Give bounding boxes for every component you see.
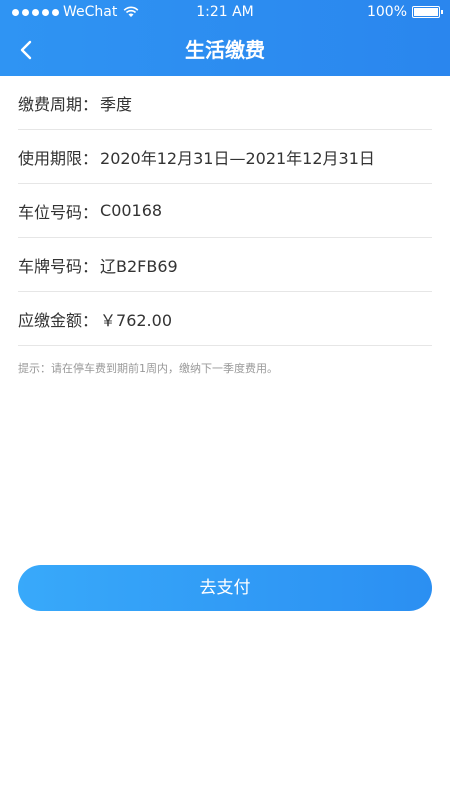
battery-percent: 100% [366, 4, 407, 20]
term-value: 2020年12月31日—2021年12月31日 [100, 148, 375, 168]
space-number-value: C00168 [100, 201, 163, 220]
header: WeChat 1:21 AM 100% 生活缴费 [0, 0, 450, 76]
period-label: 缴费周期： [18, 94, 99, 114]
amount-value: ￥762.00 [100, 310, 173, 330]
plate-number-value: 辽B2FB69 [100, 256, 178, 276]
plate-number-label: 车牌号码： [18, 256, 99, 276]
amount-label: 应缴金额： [18, 310, 99, 330]
detail-row-plate-number: 车牌号码： 辽B2FB69 [18, 238, 432, 292]
detail-row-term: 使用期限： 2020年12月31日—2021年12月31日 [18, 130, 432, 184]
nav-bar: 生活缴费 [0, 24, 450, 76]
period-value: 季度 [100, 94, 133, 114]
pay-button[interactable]: 去支付 [18, 565, 432, 611]
term-label: 使用期限： [18, 148, 99, 168]
detail-row-space-number: 车位号码： C00168 [18, 184, 432, 238]
space-number-label: 车位号码： [18, 202, 99, 222]
status-right: 100% [366, 0, 443, 24]
battery-icon [412, 6, 443, 18]
details-list: 缴费周期： 季度 使用期限： 2020年12月31日—2021年12月31日 车… [0, 76, 450, 376]
detail-row-amount: 应缴金额： ￥762.00 [18, 292, 432, 346]
payment-tip: 提示：请在停车费到期前1周内，缴纳下一季度费用。 [18, 362, 278, 375]
page-title: 生活缴费 [185, 38, 265, 62]
detail-row-period: 缴费周期： 季度 [18, 76, 432, 130]
status-bar: WeChat 1:21 AM 100% [0, 0, 450, 24]
